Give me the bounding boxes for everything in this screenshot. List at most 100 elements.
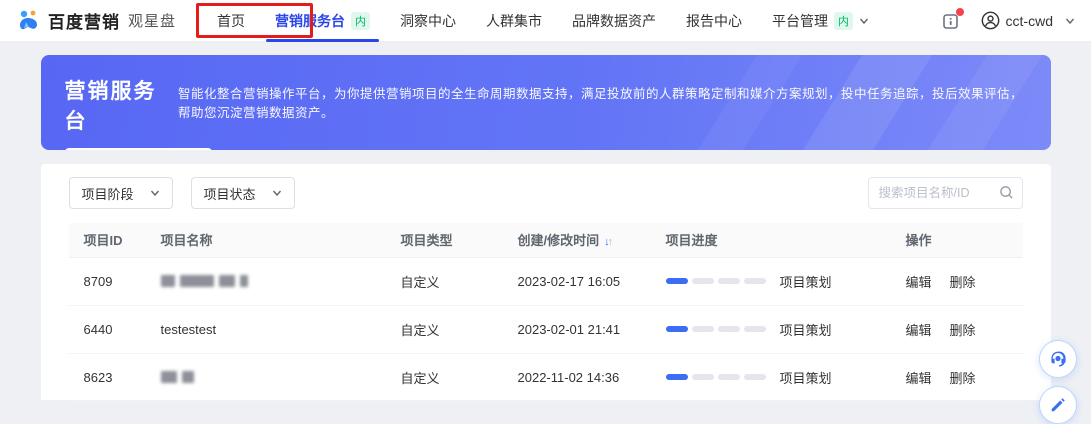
column-header-label: 项目名称 — [161, 233, 213, 248]
progress-segment — [718, 374, 740, 380]
project-time-cell: 2022-11-02 14:36 — [503, 353, 651, 401]
column-header-5: 操作 — [891, 223, 1023, 257]
actions-cell: 编辑 删除 — [891, 353, 1023, 401]
nav-item-5[interactable]: 报告中心 — [671, 0, 757, 42]
project-list-card: 项目阶段 项目状态 — [41, 164, 1051, 400]
nav-item-6[interactable]: 平台管理内 — [757, 0, 884, 42]
nav-item-3[interactable]: 人群集市 — [471, 0, 557, 42]
column-header-2: 项目类型 — [386, 223, 503, 257]
baidu-marketing-logo-icon — [16, 9, 42, 33]
column-header-3[interactable]: 创建/修改时间 ↓↑ — [503, 223, 651, 257]
sort-icon[interactable]: ↓↑ — [604, 236, 611, 248]
progress-segment — [692, 278, 714, 284]
page-body: 营销服务台 智能化整合营销操作平台，为你提供营销项目的全生命周期数据支持，满足投… — [0, 42, 1091, 400]
nav-item-label: 报告中心 — [686, 11, 742, 31]
project-status-filter[interactable]: 项目状态 — [191, 177, 295, 209]
progress-stage-label: 项目策划 — [780, 272, 832, 291]
project-type-cell: 自定义 — [386, 257, 503, 305]
delete-action-link[interactable]: 删除 — [950, 371, 976, 386]
user-avatar-icon — [981, 11, 1000, 30]
nav-item-1[interactable]: 营销服务台内 — [260, 0, 385, 42]
project-type-cell: 自定义 — [386, 305, 503, 353]
nav-item-label: 营销服务台 — [275, 11, 345, 31]
column-header-label: 项目ID — [84, 233, 123, 248]
progress-segment — [692, 374, 714, 380]
internal-badge: 内 — [351, 12, 370, 30]
projects-table: 项目ID 项目名称 项目类型 创建/修改时间 ↓↑ 项目进度操作 8709 自定义2023-… — [69, 223, 1023, 402]
navbar-right: cct-cwd — [941, 11, 1075, 31]
project-stage-filter[interactable]: 项目阶段 — [69, 177, 173, 209]
active-tab-underline — [266, 39, 379, 42]
project-type-cell: 自定义 — [386, 353, 503, 401]
internal-badge: 内 — [834, 12, 853, 30]
search-icon[interactable] — [999, 185, 1014, 200]
project-stage-filter-label: 项目阶段 — [82, 184, 134, 203]
project-status-filter-label: 项目状态 — [204, 184, 256, 203]
project-progress-cell: 项目策划 — [651, 257, 891, 305]
chevron-down-icon — [859, 16, 869, 26]
chevron-down-icon — [272, 188, 282, 198]
project-time-cell: 2023-02-17 16:05 — [503, 257, 651, 305]
project-id-cell: 8709 — [69, 257, 146, 305]
filter-toolbar: 项目阶段 项目状态 — [69, 177, 1023, 209]
project-id-cell: 8623 — [69, 353, 146, 401]
delete-action-link[interactable]: 删除 — [950, 275, 976, 290]
project-time-cell: 2023-02-01 21:41 — [503, 305, 651, 353]
project-name-cell — [146, 353, 386, 401]
progress-segment — [718, 278, 740, 284]
delete-action-link[interactable]: 删除 — [950, 323, 976, 338]
edit-action-link[interactable]: 编辑 — [906, 371, 932, 386]
table-row: 6440testestest自定义2023-02-01 21:41项目策划编辑删… — [69, 305, 1023, 353]
table-body: 8709自定义2023-02-17 16:05项目策划编辑删除6440teste… — [69, 257, 1023, 401]
column-header-0: 项目ID — [69, 223, 146, 257]
actions-cell: 编辑 删除 — [891, 305, 1023, 353]
progress-segment — [744, 278, 766, 284]
hero-banner: 营销服务台 智能化整合营销操作平台，为你提供营销项目的全生命周期数据支持，满足投… — [41, 55, 1051, 150]
nav-item-label: 洞察中心 — [400, 11, 456, 31]
project-progress-cell: 项目策划 — [651, 305, 891, 353]
notification-badge-dot — [956, 8, 964, 16]
account-menu[interactable]: cct-cwd — [981, 11, 1075, 30]
nav-item-0[interactable]: 首页 — [202, 0, 260, 42]
account-name: cct-cwd — [1006, 13, 1053, 29]
progress-segment — [692, 326, 714, 332]
progress-segment — [666, 374, 688, 380]
redacted-project-name — [161, 371, 386, 383]
project-name-cell — [146, 257, 386, 305]
notification-icon[interactable] — [941, 11, 961, 31]
nav-item-label: 人群集市 — [486, 11, 542, 31]
column-header-4: 项目进度 — [651, 223, 891, 257]
table-row: 8709 自定义2023-02-17 16:05 项目策划 编辑 删除 — [69, 257, 1023, 305]
progress-segment — [744, 374, 766, 380]
pencil-edit-icon — [1049, 396, 1067, 414]
logo-text-secondary: 观星盘 — [128, 10, 176, 31]
column-header-label: 项目类型 — [401, 233, 453, 248]
table-header-row: 项目ID 项目名称 项目类型 创建/修改时间 ↓↑ 项目进度操作 — [69, 223, 1023, 257]
project-progress-cell: 项目策划 — [651, 353, 891, 401]
feedback-button[interactable] — [1039, 386, 1077, 424]
nav-item-label: 平台管理 — [772, 11, 828, 31]
chevron-down-icon — [1065, 16, 1075, 26]
main-navigation: 首页营销服务台内洞察中心人群集市品牌数据资产报告中心平台管理内 — [202, 0, 884, 42]
app-logo[interactable]: 百度营销 观星盘 — [16, 8, 176, 33]
logo-text-primary: 百度营销 — [48, 8, 120, 33]
search-box — [868, 177, 1023, 209]
nav-item-2[interactable]: 洞察中心 — [385, 0, 471, 42]
progress-segment — [718, 326, 740, 332]
headset-chat-icon — [1048, 349, 1068, 369]
progress-segment — [744, 326, 766, 332]
column-header-1: 项目名称 — [146, 223, 386, 257]
column-header-label: 创建/修改时间 — [518, 233, 600, 248]
actions-cell: 编辑 删除 — [891, 257, 1023, 305]
create-project-button[interactable]: 新建自定义营销项目 — [65, 148, 212, 150]
redacted-project-name — [161, 275, 386, 287]
top-navbar: 百度营销 观星盘 首页营销服务台内洞察中心人群集市品牌数据资产报告中心平台管理内… — [0, 0, 1091, 42]
progress-segment — [666, 326, 688, 332]
progress-segment — [666, 278, 688, 284]
project-id-cell: 6440 — [69, 305, 146, 353]
chevron-down-icon — [150, 188, 160, 198]
nav-item-4[interactable]: 品牌数据资产 — [557, 0, 671, 42]
edit-action-link[interactable]: 编辑 — [906, 323, 932, 338]
customer-service-button[interactable] — [1039, 340, 1077, 378]
edit-action-link[interactable]: 编辑 — [906, 275, 932, 290]
